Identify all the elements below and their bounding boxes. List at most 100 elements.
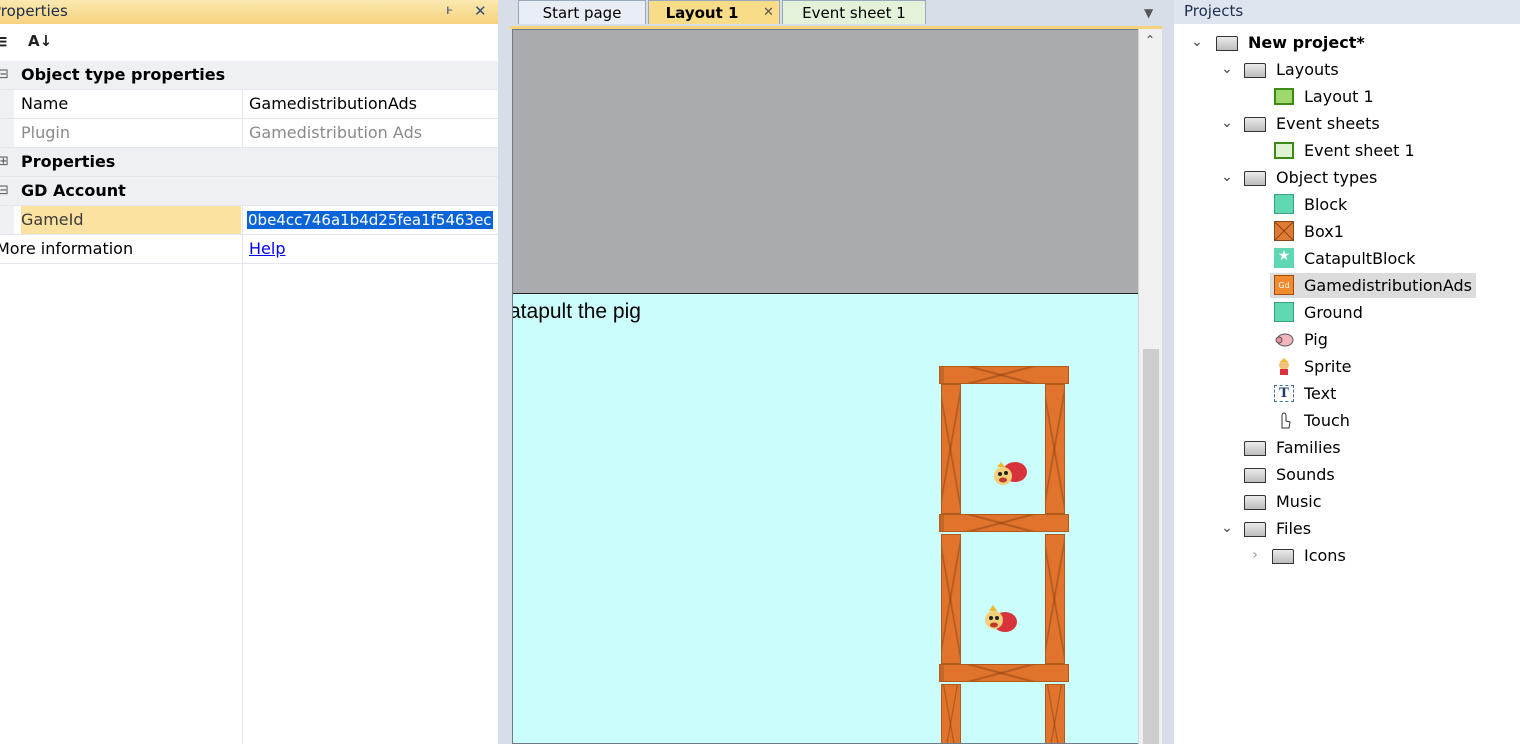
- tree-folder-music[interactable]: Music: [1174, 489, 1520, 514]
- chevron-down-icon[interactable]: ⌄: [1190, 30, 1204, 55]
- left-splitter[interactable]: [498, 0, 510, 744]
- tree-label: Icons: [1304, 546, 1346, 565]
- tree-label: Block: [1304, 195, 1348, 214]
- tree-item-event-sheet-1[interactable]: Event sheet 1: [1174, 138, 1520, 163]
- property-row-name[interactable]: Name GamedistributionAds: [0, 90, 498, 119]
- tree-label: Sounds: [1276, 465, 1335, 484]
- scroll-thumb[interactable]: [1143, 349, 1159, 744]
- pin-icon[interactable]: ͱ: [446, 0, 453, 22]
- tree-label: Event sheet 1: [1304, 141, 1415, 160]
- tree-item-layout-1[interactable]: Layout 1: [1174, 84, 1520, 109]
- category-gd-account[interactable]: ⊟ GD Account: [0, 177, 498, 206]
- collapse-icon[interactable]: ⊟: [0, 177, 9, 205]
- pig-sprite[interactable]: [979, 600, 1023, 640]
- tree-item-sprite[interactable]: Sprite: [1174, 354, 1520, 379]
- chevron-right-icon[interactable]: ›: [1248, 543, 1262, 568]
- tree-label: New project*: [1248, 33, 1365, 52]
- collapse-icon[interactable]: ⊟: [0, 61, 9, 89]
- tree-label: Object types: [1276, 168, 1378, 187]
- expand-icon[interactable]: ⊞: [0, 148, 9, 176]
- gamedistribution-icon: Gd: [1274, 275, 1294, 295]
- box-beam[interactable]: [939, 664, 1069, 682]
- tree-root-project[interactable]: ⌄ New project*: [1174, 30, 1520, 55]
- tree-label: Families: [1276, 438, 1341, 457]
- projects-panel: Projects ⌄ New project* ⌄ Layouts Layout…: [1174, 0, 1520, 744]
- help-link[interactable]: Help: [249, 239, 285, 258]
- text-icon: T: [1274, 385, 1294, 402]
- tree-folder-files[interactable]: ⌄ Files: [1174, 516, 1520, 541]
- category-properties[interactable]: ⊞ Properties: [0, 148, 498, 177]
- tree-item-block[interactable]: Block: [1174, 192, 1520, 217]
- tree-item-text[interactable]: T Text: [1174, 381, 1520, 406]
- tree-folder-sounds[interactable]: Sounds: [1174, 462, 1520, 487]
- property-row-gameid[interactable]: GameId 0be4cc746a1b4d25fea1f5463ec: [0, 206, 498, 235]
- property-name: More information: [0, 239, 134, 258]
- box-beam-top[interactable]: [939, 366, 1069, 384]
- tree-item-ground[interactable]: Ground: [1174, 300, 1520, 325]
- chevron-down-icon[interactable]: ⌄: [1220, 516, 1234, 541]
- folder-open-icon: [1244, 117, 1266, 132]
- tree-item-touch[interactable]: Touch: [1174, 408, 1520, 433]
- property-name: Plugin: [21, 123, 70, 142]
- tree-label: Sprite: [1304, 357, 1352, 376]
- chevron-down-icon[interactable]: ⌄: [1220, 57, 1234, 82]
- properties-title: Properties: [0, 2, 68, 20]
- folder-icon: [1244, 495, 1266, 510]
- ground-icon: [1274, 302, 1294, 322]
- tab-start-page[interactable]: Start page: [518, 0, 646, 24]
- layout-canvas[interactable]: atapult the pig: [512, 29, 1138, 744]
- tree-label: Box1: [1304, 222, 1344, 241]
- layout-icon: [1274, 88, 1294, 105]
- chevron-down-icon[interactable]: ⌄: [1220, 111, 1234, 136]
- tree-folder-object-types[interactable]: ⌄ Object types: [1174, 165, 1520, 190]
- tree-label: Layout 1: [1304, 87, 1374, 106]
- sprite-icon: [1279, 358, 1289, 375]
- tree-label: Music: [1276, 492, 1322, 511]
- gameid-input[interactable]: 0be4cc746a1b4d25fea1f5463ec: [242, 206, 496, 234]
- tree-item-box1[interactable]: Box1: [1174, 219, 1520, 244]
- tree-item-catapult-block[interactable]: ★ CatapultBlock: [1174, 246, 1520, 271]
- gameid-selected-text[interactable]: 0be4cc746a1b4d25fea1f5463ec: [247, 211, 493, 229]
- tab-layout-1[interactable]: Layout 1 ✕: [648, 0, 780, 24]
- categorized-view-icon[interactable]: ≡: [0, 32, 8, 52]
- tree-folder-icons[interactable]: › Icons: [1174, 543, 1520, 568]
- box-post[interactable]: [1045, 684, 1065, 743]
- close-tab-icon[interactable]: ✕: [763, 1, 774, 25]
- property-value: Gamedistribution Ads: [242, 119, 496, 147]
- tree-folder-layouts[interactable]: ⌄ Layouts: [1174, 57, 1520, 82]
- right-splitter[interactable]: [1162, 0, 1174, 744]
- tree-item-gamedistribution-ads[interactable]: Gd GamedistributionAds: [1174, 273, 1520, 298]
- scroll-up-icon[interactable]: ⌃: [1145, 33, 1155, 47]
- category-label: Properties: [21, 152, 116, 171]
- box-post[interactable]: [941, 534, 961, 664]
- property-value[interactable]: GamedistributionAds: [242, 90, 496, 118]
- layout-area[interactable]: atapult the pig: [513, 293, 1138, 743]
- box-post[interactable]: [1045, 384, 1065, 514]
- tree-label: Layouts: [1276, 60, 1339, 79]
- tree-folder-families[interactable]: Families: [1174, 435, 1520, 460]
- chevron-down-icon[interactable]: ⌄: [1220, 165, 1234, 190]
- box-post[interactable]: [941, 684, 961, 743]
- vertical-scrollbar[interactable]: ⌃: [1138, 29, 1163, 744]
- property-name: GameId: [21, 206, 241, 234]
- tree-folder-event-sheets[interactable]: ⌄ Event sheets: [1174, 111, 1520, 136]
- column-divider[interactable]: [242, 260, 243, 744]
- close-icon[interactable]: ✕: [474, 0, 487, 22]
- box-post[interactable]: [1045, 534, 1065, 664]
- category-object-type-properties[interactable]: ⊟ Object type properties: [0, 61, 498, 90]
- tree-item-pig[interactable]: Pig: [1174, 327, 1520, 352]
- tab-event-sheet-1[interactable]: Event sheet 1: [782, 0, 926, 24]
- property-row-more-information: More information Help: [0, 235, 498, 264]
- tree-label: Files: [1276, 519, 1312, 538]
- text-object[interactable]: atapult the pig: [513, 300, 641, 324]
- tab-list-dropdown-icon[interactable]: ▼: [1144, 0, 1153, 26]
- tree-label: Touch: [1304, 411, 1350, 430]
- property-row-plugin: Plugin Gamedistribution Ads: [0, 119, 498, 148]
- tree-label: GamedistributionAds: [1300, 273, 1476, 298]
- box-beam[interactable]: [939, 514, 1069, 532]
- box-post[interactable]: [941, 384, 961, 514]
- tree-label: Event sheets: [1276, 114, 1380, 133]
- row-margin: [0, 90, 14, 118]
- sort-alphabetical-icon[interactable]: A↓: [28, 32, 52, 50]
- pig-sprite[interactable]: [989, 452, 1033, 492]
